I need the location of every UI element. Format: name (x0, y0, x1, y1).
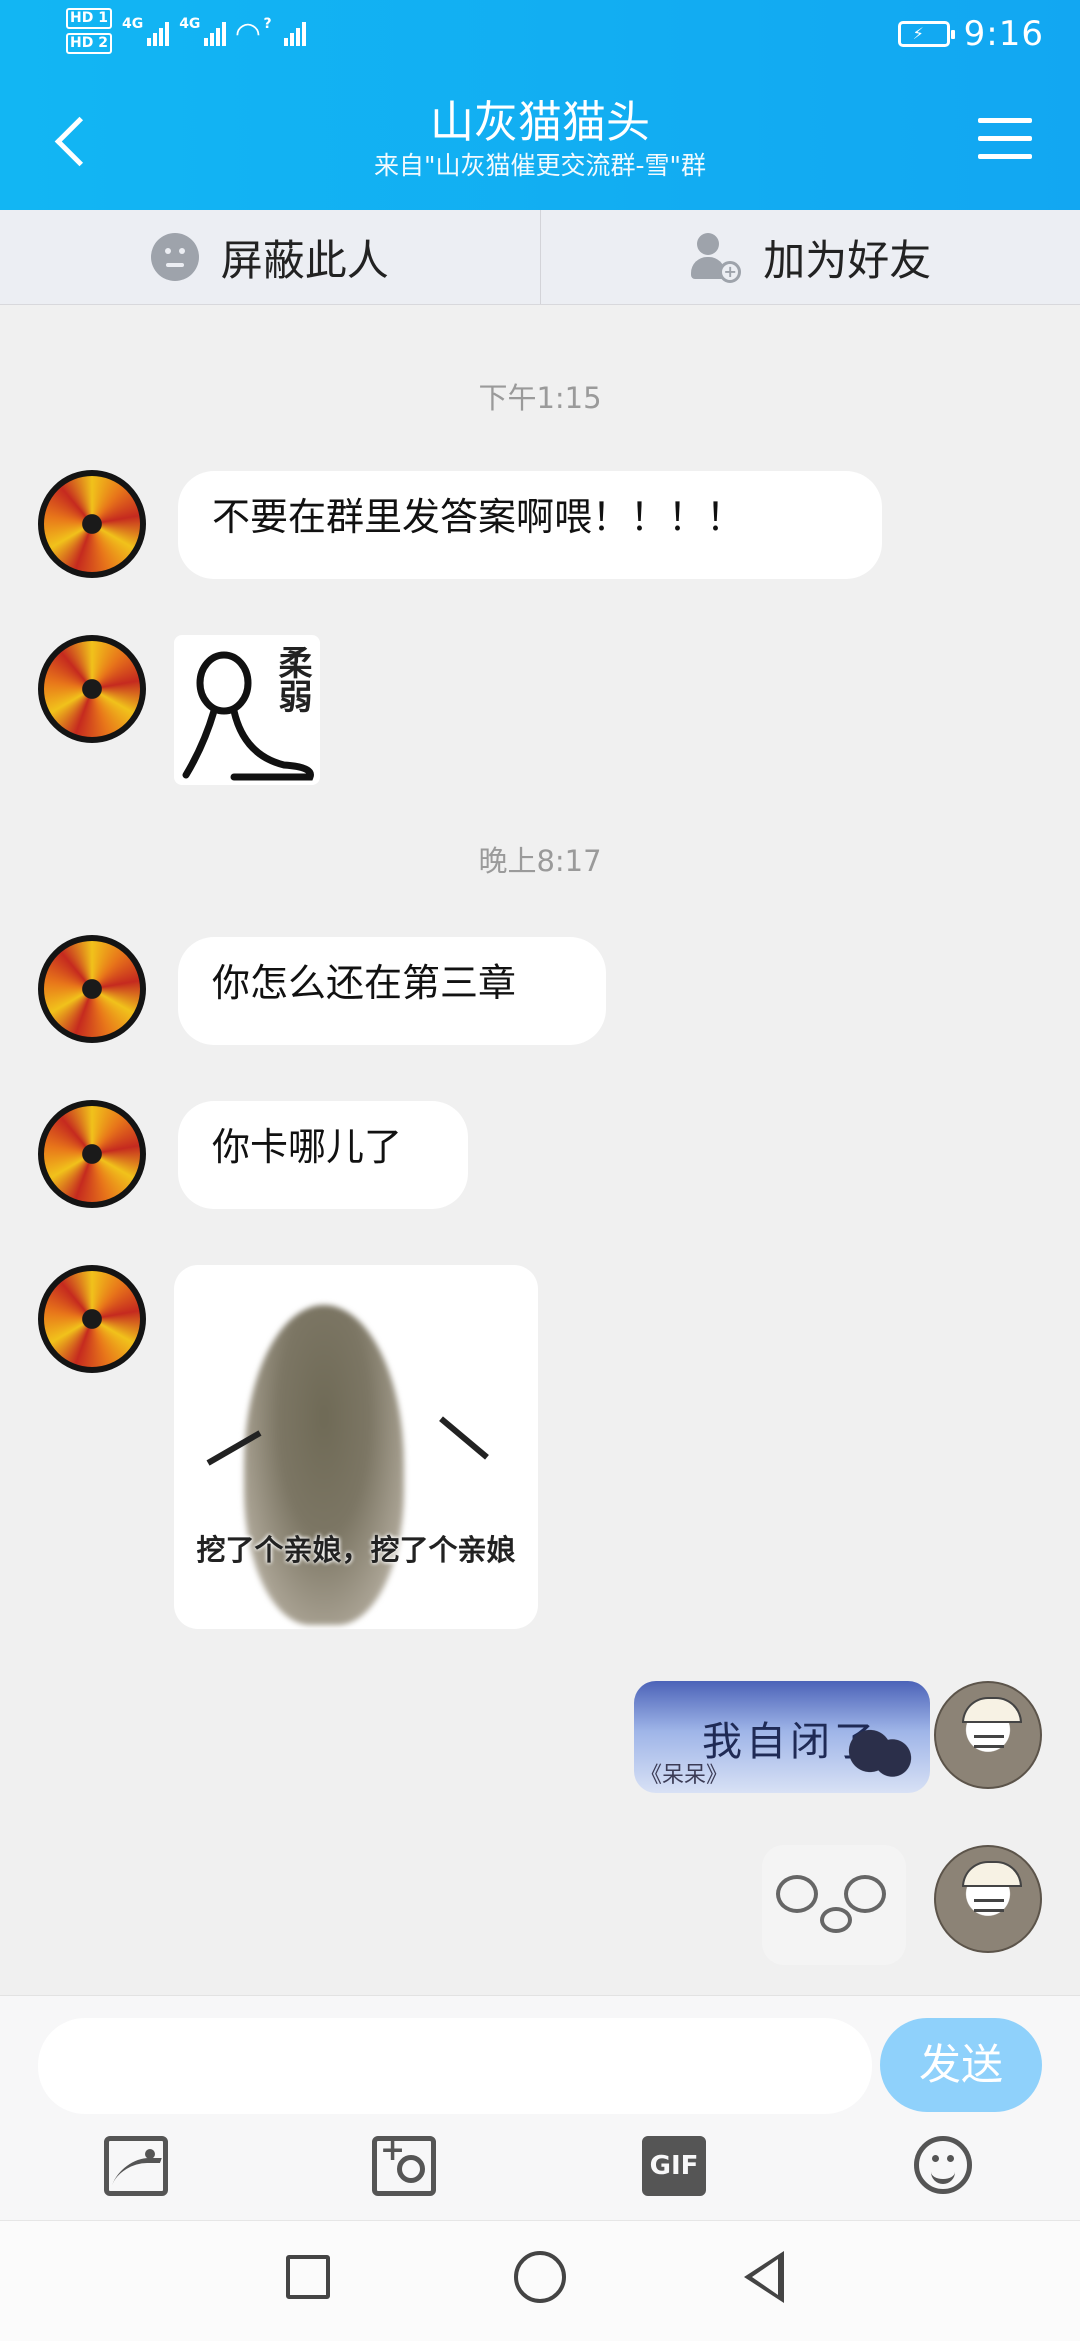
send-button[interactable]: 发送 (880, 2018, 1042, 2112)
menu-button[interactable] (978, 118, 1032, 164)
message-bubble[interactable]: 你卡哪儿了 (178, 1101, 468, 1209)
chat-subtitle: 来自"山灰猫催更交流群-雪"群 (200, 150, 880, 182)
message-list[interactable]: 下午1:15 不要在群里发答案啊喂！！！！ 柔弱 晚上8:17 你怎么还在第三章… (0, 305, 1080, 1995)
chat-header: HD 1 HD 2 4G 4G ◠ ? ⚡ 9:16 山灰 (0, 0, 1080, 210)
emoji-icon[interactable] (914, 2136, 972, 2194)
menu-icon-line (978, 154, 1032, 159)
message-bubble[interactable]: 你怎么还在第三章 (178, 937, 606, 1045)
sticker-message[interactable]: 柔弱 (174, 635, 320, 785)
signal-2-icon: 4G (179, 16, 226, 46)
sticker-eye (844, 1875, 886, 1913)
gif-icon[interactable]: GIF (642, 2136, 706, 2196)
input-bar: 发送 GIF (0, 1995, 1080, 2221)
chat-title: 山灰猫猫头 (200, 96, 880, 150)
sender-avatar[interactable] (38, 470, 146, 578)
image-figures (842, 1723, 912, 1793)
input-tools: GIF (0, 2124, 1080, 2214)
battery-icon: ⚡ (898, 21, 950, 47)
sent-sticker-message[interactable] (762, 1845, 906, 1965)
sticker-caption: 柔弱 (272, 645, 312, 713)
back-button[interactable] (50, 110, 90, 170)
home-button[interactable] (514, 2251, 566, 2303)
block-user-label: 屏蔽此人 (221, 227, 389, 288)
stranger-action-bar: 屏蔽此人 + 加为好友 (0, 210, 1080, 305)
status-left: HD 1 HD 2 4G 4G ◠ ? (66, 8, 306, 54)
message-bubble[interactable]: 不要在群里发答案啊喂！！！！ (178, 471, 882, 579)
menu-icon-line (978, 118, 1032, 123)
sticker-caption: 挖了个亲娘，挖了个亲娘 (174, 1527, 538, 1569)
menu-icon-line (978, 136, 1032, 141)
title-block: 山灰猫猫头 来自"山灰猫催更交流群-雪"群 (200, 96, 880, 182)
sender-avatar[interactable] (38, 635, 146, 743)
system-back-button[interactable] (744, 2251, 784, 2303)
my-avatar[interactable] (934, 1681, 1042, 1789)
signal-3-icon (284, 16, 306, 46)
add-friend-button[interactable]: + 加为好友 (540, 210, 1080, 304)
block-face-icon (151, 233, 199, 281)
sender-avatar[interactable] (38, 1265, 146, 1373)
camera-icon[interactable] (372, 2136, 436, 2196)
wifi-unknown-label: ? (264, 16, 272, 32)
image-tag: 《呆呆》 (640, 1757, 728, 1789)
hd-indicators: HD 1 HD 2 (66, 8, 112, 54)
recent-apps-button[interactable] (286, 2255, 330, 2299)
network-2-label: 4G (179, 16, 200, 32)
add-user-icon: + (689, 231, 741, 283)
status-bar: HD 1 HD 2 4G 4G ◠ ? ⚡ 9:16 (0, 0, 1080, 70)
status-time: 9:16 (964, 14, 1044, 54)
sender-avatar[interactable] (38, 1100, 146, 1208)
timestamp: 晚上8:17 (0, 838, 1080, 880)
image-icon[interactable] (104, 2136, 168, 2196)
sent-image-message[interactable]: 我自闭了 《呆呆》 (634, 1681, 930, 1793)
sticker-eye (776, 1875, 818, 1913)
wifi-icon: ◠ ? (236, 16, 273, 46)
block-user-button[interactable]: 屏蔽此人 (0, 210, 540, 304)
status-right: ⚡ 9:16 (898, 14, 1044, 54)
hd1-badge: HD 1 (66, 8, 112, 29)
sticker-message[interactable]: 挖了个亲娘，挖了个亲娘 (174, 1265, 538, 1629)
add-friend-label: 加为好友 (763, 227, 931, 288)
system-nav-bar (0, 2220, 1080, 2341)
message-input[interactable] (38, 2018, 872, 2114)
network-1-label: 4G (122, 16, 143, 32)
sticker-figure (244, 1305, 404, 1625)
timestamp: 下午1:15 (0, 375, 1080, 417)
sticker-mouth (820, 1907, 852, 1933)
hd2-badge: HD 2 (66, 33, 112, 54)
sender-avatar[interactable] (38, 935, 146, 1043)
my-avatar[interactable] (934, 1845, 1042, 1953)
signal-1-icon: 4G (122, 16, 169, 46)
